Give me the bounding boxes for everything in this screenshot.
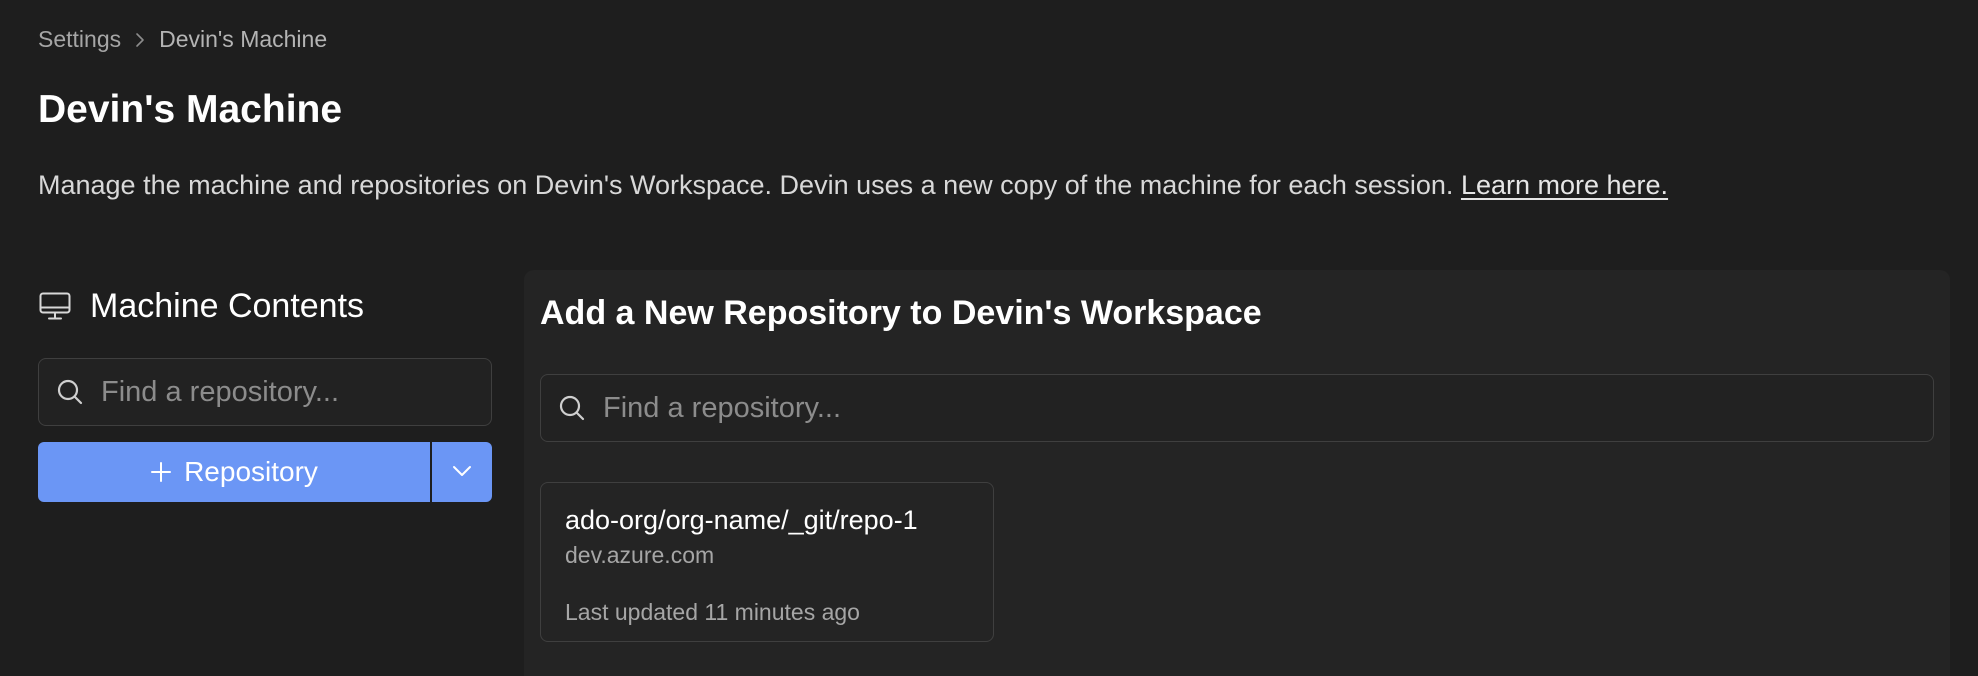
add-repository-button[interactable]: Repository [38, 442, 430, 502]
settings-page: Settings Devin's Machine Devin's Machine… [0, 0, 1978, 676]
page-title: Devin's Machine [38, 88, 343, 131]
add-repository-button-group: Repository [38, 442, 492, 502]
chevron-right-icon [133, 32, 147, 48]
description-text: Manage the machine and repositories on D… [38, 170, 1454, 200]
machine-search-input[interactable] [101, 375, 478, 409]
breadcrumb: Settings Devin's Machine [38, 26, 327, 53]
learn-more-link[interactable]: Learn more here. [1461, 170, 1668, 200]
chevron-down-icon [451, 464, 473, 481]
repository-search-box [540, 374, 1934, 442]
machine-contents-title: Machine Contents [90, 286, 365, 325]
plus-icon [150, 461, 172, 483]
add-repository-panel: Add a New Repository to Devin's Workspac… [524, 270, 1950, 676]
page-description: Manage the machine and repositories on D… [38, 170, 1668, 201]
machine-contents-header: Machine Contents [38, 284, 492, 328]
add-repository-title: Add a New Repository to Devin's Workspac… [540, 294, 1262, 332]
repository-name: ado-org/org-name/_git/repo-1 [565, 505, 918, 535]
repository-search-input[interactable] [603, 391, 1917, 425]
search-icon [55, 377, 85, 407]
add-repository-label: Repository [184, 456, 318, 487]
repository-card[interactable]: ado-org/org-name/_git/repo-1 dev.azure.c… [540, 482, 994, 642]
breadcrumb-current: Devin's Machine [159, 26, 328, 52]
repository-last-updated: Last updated 11 minutes ago [565, 599, 860, 625]
add-repository-dropdown[interactable] [432, 442, 492, 502]
machine-search-box [38, 358, 492, 426]
machine-contents-section: Machine Contents Repository [38, 284, 492, 502]
repository-host: dev.azure.com [565, 542, 715, 568]
monitor-icon [38, 289, 72, 323]
breadcrumb-settings[interactable]: Settings [38, 26, 121, 53]
search-icon [557, 393, 587, 423]
